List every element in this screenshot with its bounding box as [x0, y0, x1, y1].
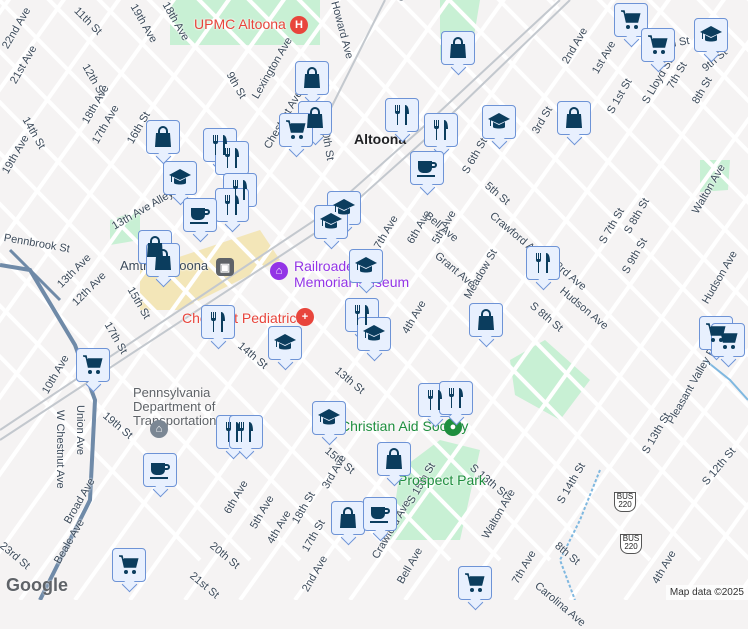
map-marker-food[interactable]: [424, 113, 458, 147]
restaurant-icon: [206, 310, 230, 334]
school-icon: [699, 23, 723, 47]
map-marker-cart[interactable]: [279, 113, 313, 147]
government-icon[interactable]: ⌂: [150, 420, 168, 438]
restaurant-icon: [234, 420, 258, 444]
map-marker-food[interactable]: [215, 188, 249, 222]
map-marker-bag[interactable]: [469, 303, 503, 337]
map-marker-food[interactable]: [439, 381, 473, 415]
hospital-icon[interactable]: H: [290, 16, 308, 34]
school-icon: [317, 406, 341, 430]
route-shield: BUS 220: [614, 492, 636, 512]
cafe-icon: [188, 203, 212, 227]
poi-prospect-park[interactable]: Prospect Park: [398, 472, 486, 488]
map-marker-cafe[interactable]: [410, 151, 444, 185]
map-marker-food[interactable]: [385, 98, 419, 132]
street-label: Union Ave: [74, 405, 86, 455]
map-marker-grad[interactable]: [268, 326, 302, 360]
street-label: W Chestnut Ave: [54, 410, 66, 489]
shopping-bag-icon: [446, 36, 470, 60]
restaurant-icon: [390, 103, 414, 127]
map-marker-grad[interactable]: [694, 18, 728, 52]
restaurant-icon: [444, 386, 468, 410]
shopping-cart-icon: [463, 571, 487, 595]
shopping-cart-icon: [117, 553, 141, 577]
map-marker-grad[interactable]: [312, 401, 346, 435]
map-marker-bag[interactable]: [146, 243, 180, 277]
map-marker-food[interactable]: [201, 305, 235, 339]
map-marker-food[interactable]: [229, 415, 263, 449]
poi-upmc[interactable]: UPMC Altoona: [194, 16, 286, 32]
cafe-icon: [148, 458, 172, 482]
map-marker-grad[interactable]: [349, 249, 383, 283]
map-marker-bag[interactable]: [295, 61, 329, 95]
map-marker-bag[interactable]: [441, 31, 475, 65]
map-marker-food[interactable]: [526, 246, 560, 280]
cafe-icon: [415, 156, 439, 180]
shopping-cart-icon: [619, 8, 643, 32]
map-marker-bag[interactable]: [146, 120, 180, 154]
map-marker-cart[interactable]: [641, 28, 675, 62]
shopping-bag-icon: [300, 66, 324, 90]
map-marker-bag[interactable]: [377, 442, 411, 476]
shopping-bag-icon: [562, 106, 586, 130]
map-marker-bag[interactable]: [331, 501, 365, 535]
train-icon[interactable]: ▣: [216, 258, 234, 276]
shopping-bag-icon: [151, 248, 175, 272]
shopping-bag-icon: [336, 506, 360, 530]
map-marker-cart[interactable]: [458, 566, 492, 600]
route-shield: BUS 220: [620, 534, 642, 554]
map-marker-cart[interactable]: [76, 348, 110, 382]
map-marker-grad[interactable]: [163, 161, 197, 195]
school-icon: [273, 331, 297, 355]
map-marker-cafe[interactable]: [143, 453, 177, 487]
restaurant-icon: [220, 146, 244, 170]
shopping-cart-icon: [284, 118, 308, 142]
map-attribution[interactable]: Map data ©2025: [665, 585, 748, 600]
restaurant-icon: [220, 193, 244, 217]
school-icon: [354, 254, 378, 278]
restaurant-icon: [429, 118, 453, 142]
shopping-bag-icon: [151, 125, 175, 149]
shopping-cart-icon: [716, 328, 740, 352]
hospital-icon[interactable]: +: [296, 308, 314, 326]
school-icon: [168, 166, 192, 190]
map-marker-grad[interactable]: [357, 317, 391, 351]
map-marker-cafe[interactable]: [183, 198, 217, 232]
shopping-bag-icon: [474, 308, 498, 332]
map-marker-cart[interactable]: [711, 323, 745, 357]
map-marker-cart[interactable]: [614, 3, 648, 37]
map-marker-grad[interactable]: [482, 105, 516, 139]
school-icon: [319, 210, 343, 234]
restaurant-icon: [531, 251, 555, 275]
map-marker-food[interactable]: [215, 141, 249, 175]
shopping-bag-icon: [382, 447, 406, 471]
cafe-icon: [368, 502, 392, 526]
map-marker-grad[interactable]: [314, 205, 348, 239]
shopping-cart-icon: [646, 33, 670, 57]
map-marker-cafe[interactable]: [363, 497, 397, 531]
map-marker-bag[interactable]: [557, 101, 591, 135]
school-icon: [487, 110, 511, 134]
google-logo: Google: [6, 575, 68, 595]
museum-icon[interactable]: ⌂: [270, 262, 288, 280]
school-icon: [362, 322, 386, 346]
shopping-cart-icon: [81, 353, 105, 377]
map-marker-cart[interactable]: [112, 548, 146, 582]
